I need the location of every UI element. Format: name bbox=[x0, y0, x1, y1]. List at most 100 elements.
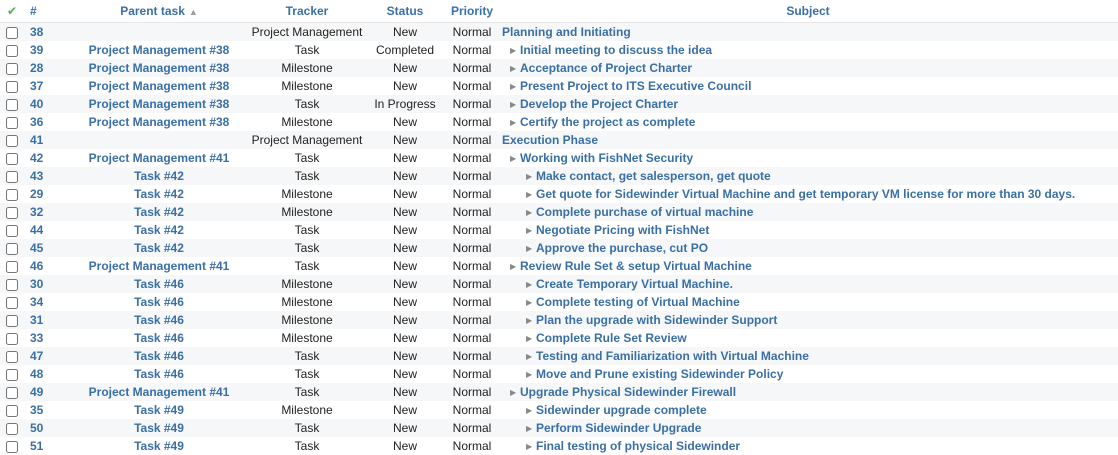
expand-arrow-icon[interactable]: ▶ bbox=[526, 226, 536, 235]
parent-task-link[interactable]: Project Management #38 bbox=[89, 115, 230, 129]
table-row[interactable]: 30 Task #46 Milestone New Normal ▶ Create Temp… bbox=[0, 275, 1118, 293]
issue-id-link[interactable]: 43 bbox=[30, 169, 43, 183]
column-header-tracker-label[interactable]: Tracker bbox=[286, 4, 329, 18]
table-row[interactable]: 29 Task #42 Milestone New Normal ▶ Get quote f… bbox=[0, 185, 1118, 203]
issue-id-link[interactable]: 38 bbox=[30, 25, 43, 39]
issue-id-link[interactable]: 31 bbox=[30, 313, 43, 327]
table-row[interactable]: 36 Project Management #38 Milestone New Norm… bbox=[0, 113, 1118, 131]
subject-link[interactable]: Create Temporary Virtual Machine. bbox=[536, 277, 733, 291]
expand-arrow-icon[interactable]: ▶ bbox=[526, 442, 536, 451]
row-checkbox[interactable] bbox=[6, 116, 18, 129]
expand-arrow-icon[interactable]: ▶ bbox=[510, 64, 520, 73]
subject-link[interactable]: Sidewinder upgrade complete bbox=[536, 403, 707, 417]
row-checkbox[interactable] bbox=[6, 134, 18, 147]
table-row[interactable]: 34 Task #46 Milestone New Normal ▶ Complete te… bbox=[0, 293, 1118, 311]
subject-link[interactable]: Present Project to ITS Executive Council bbox=[520, 79, 751, 93]
parent-task-link[interactable]: Project Management #41 bbox=[89, 385, 230, 399]
subject-link[interactable]: Approve the purchase, cut PO bbox=[536, 241, 708, 255]
subject-link[interactable]: Negotiate Pricing with FishNet bbox=[536, 223, 709, 237]
parent-task-link[interactable]: Task #46 bbox=[134, 367, 184, 381]
expand-arrow-icon[interactable]: ▶ bbox=[526, 208, 536, 217]
row-checkbox[interactable] bbox=[6, 350, 18, 363]
subject-link[interactable]: Move and Prune existing Sidewinder Polic… bbox=[536, 367, 783, 381]
row-checkbox[interactable] bbox=[6, 224, 18, 237]
expand-arrow-icon[interactable]: ▶ bbox=[510, 154, 520, 163]
parent-task-link[interactable]: Task #42 bbox=[134, 187, 184, 201]
parent-task-link[interactable]: Task #42 bbox=[134, 223, 184, 237]
issue-id-link[interactable]: 33 bbox=[30, 331, 43, 345]
table-row[interactable]: 35 Task #49 Milestone New Normal ▶ Sidewinder … bbox=[0, 401, 1118, 419]
column-header-tracker[interactable]: Tracker bbox=[250, 0, 364, 23]
issue-id-link[interactable]: 32 bbox=[30, 205, 43, 219]
issue-id-link[interactable]: 41 bbox=[30, 133, 43, 147]
expand-arrow-icon[interactable]: ▶ bbox=[510, 388, 520, 397]
expand-arrow-icon[interactable]: ▶ bbox=[526, 424, 536, 433]
column-header-id[interactable]: # bbox=[24, 0, 68, 23]
parent-task-link[interactable]: Task #46 bbox=[134, 313, 184, 327]
table-row[interactable]: 42 Project Management #41 Task New Normal ▶ Wo… bbox=[0, 149, 1118, 167]
issue-id-link[interactable]: 35 bbox=[30, 403, 43, 417]
expand-arrow-icon[interactable]: ▶ bbox=[510, 118, 520, 127]
row-checkbox[interactable] bbox=[6, 80, 18, 93]
table-row[interactable]: 50 Task #49 Task New Normal ▶ Perform Sidewind… bbox=[0, 419, 1118, 437]
table-row[interactable]: 39 Project Management #38 Task Completed Nor… bbox=[0, 41, 1118, 59]
table-row[interactable]: 44 Task #42 Task New Normal ▶ Negotiate Pricin… bbox=[0, 221, 1118, 239]
issue-id-link[interactable]: 44 bbox=[30, 223, 43, 237]
expand-arrow-icon[interactable]: ▶ bbox=[526, 406, 536, 415]
expand-arrow-icon[interactable]: ▶ bbox=[526, 316, 536, 325]
row-checkbox[interactable] bbox=[6, 386, 18, 399]
issue-id-link[interactable]: 49 bbox=[30, 385, 43, 399]
row-checkbox[interactable] bbox=[6, 44, 18, 57]
parent-task-link[interactable]: Project Management #38 bbox=[89, 43, 230, 57]
row-checkbox[interactable] bbox=[6, 404, 18, 417]
table-row[interactable]: 40 Project Management #38 Task In Progress N… bbox=[0, 95, 1118, 113]
parent-task-link[interactable]: Project Management #38 bbox=[89, 61, 230, 75]
table-row[interactable]: 31 Task #46 Milestone New Normal ▶ Plan the up… bbox=[0, 311, 1118, 329]
checkmark-icon[interactable]: ✔ bbox=[7, 4, 17, 18]
row-checkbox[interactable] bbox=[6, 62, 18, 75]
subject-link[interactable]: Plan the upgrade with Sidewinder Support bbox=[536, 313, 777, 327]
subject-link[interactable]: Complete purchase of virtual machine bbox=[536, 205, 753, 219]
row-checkbox[interactable] bbox=[6, 98, 18, 111]
row-checkbox[interactable] bbox=[6, 440, 18, 453]
table-row[interactable]: 32 Task #42 Milestone New Normal ▶ Complete pu… bbox=[0, 203, 1118, 221]
expand-arrow-icon[interactable]: ▶ bbox=[510, 82, 520, 91]
expand-arrow-icon[interactable]: ▶ bbox=[526, 244, 536, 253]
subject-link[interactable]: Perform Sidewinder Upgrade bbox=[536, 421, 701, 435]
issue-id-link[interactable]: 51 bbox=[30, 439, 43, 453]
table-row[interactable]: 37 Project Management #38 Milestone New Norm… bbox=[0, 77, 1118, 95]
expand-arrow-icon[interactable]: ▶ bbox=[526, 190, 536, 199]
parent-task-link[interactable]: Task #42 bbox=[134, 205, 184, 219]
row-checkbox[interactable] bbox=[6, 422, 18, 435]
row-checkbox[interactable] bbox=[6, 206, 18, 219]
parent-task-link[interactable]: Task #42 bbox=[134, 169, 184, 183]
sort-ascending-icon[interactable]: ▲ bbox=[189, 7, 198, 17]
expand-arrow-icon[interactable]: ▶ bbox=[526, 298, 536, 307]
table-row[interactable]: 51 Task #49 Task New Normal ▶ Final testing of… bbox=[0, 437, 1118, 455]
issue-id-link[interactable]: 34 bbox=[30, 295, 43, 309]
parent-task-link[interactable]: Task #42 bbox=[134, 241, 184, 255]
column-header-status-label[interactable]: Status bbox=[387, 4, 424, 18]
column-header-subject[interactable]: Subject bbox=[498, 0, 1118, 23]
row-checkbox[interactable] bbox=[6, 278, 18, 291]
issue-id-link[interactable]: 37 bbox=[30, 79, 43, 93]
table-row[interactable]: 48 Task #46 Task New Normal ▶ Move and Prune e… bbox=[0, 365, 1118, 383]
table-row[interactable]: 38 Project Management New Normal Planning an… bbox=[0, 22, 1118, 41]
expand-arrow-icon[interactable]: ▶ bbox=[526, 370, 536, 379]
row-checkbox[interactable] bbox=[6, 170, 18, 183]
subject-link[interactable]: Final testing of physical Sidewinder bbox=[536, 439, 740, 453]
column-header-parent-task[interactable]: Parent task ▲ bbox=[68, 0, 250, 23]
subject-link[interactable]: Develop the Project Charter bbox=[520, 97, 678, 111]
table-row[interactable]: 46 Project Management #41 Task New Normal ▶ Re… bbox=[0, 257, 1118, 275]
row-checkbox[interactable] bbox=[6, 332, 18, 345]
subject-link[interactable]: Review Rule Set & setup Virtual Machine bbox=[520, 259, 752, 273]
parent-task-link[interactable]: Project Management #38 bbox=[89, 79, 230, 93]
parent-task-link[interactable]: Task #46 bbox=[134, 349, 184, 363]
parent-task-link[interactable]: Task #49 bbox=[134, 421, 184, 435]
expand-arrow-icon[interactable]: ▶ bbox=[510, 262, 520, 271]
issue-id-link[interactable]: 28 bbox=[30, 61, 43, 75]
parent-task-link[interactable]: Task #46 bbox=[134, 277, 184, 291]
table-row[interactable]: 49 Project Management #41 Task New Normal ▶ Up… bbox=[0, 383, 1118, 401]
row-checkbox[interactable] bbox=[6, 296, 18, 309]
issue-id-link[interactable]: 45 bbox=[30, 241, 43, 255]
